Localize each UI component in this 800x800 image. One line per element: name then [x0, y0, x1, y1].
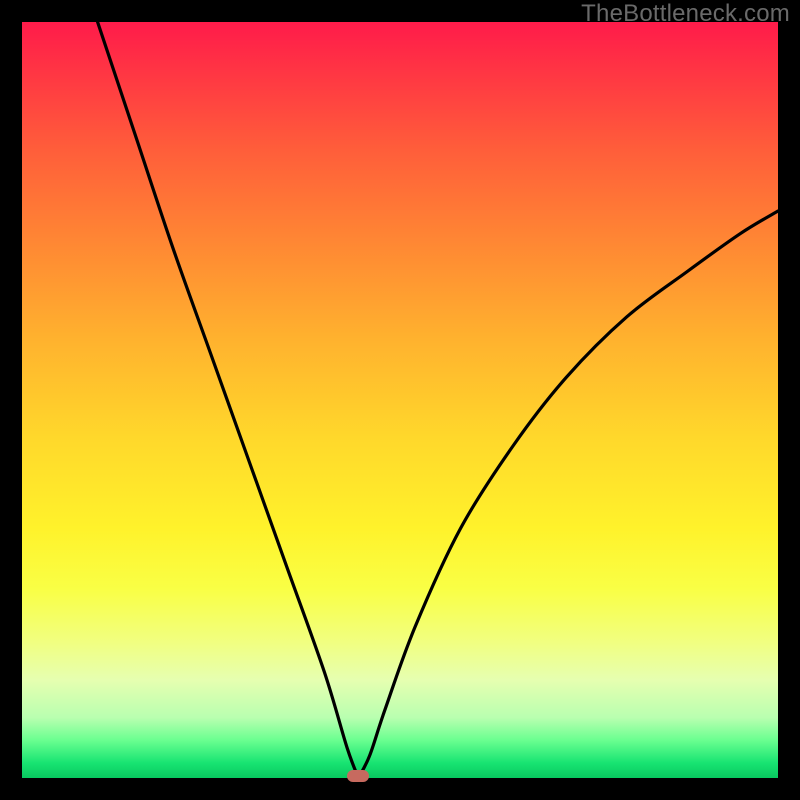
watermark-text: TheBottleneck.com: [581, 0, 790, 28]
bottleneck-curve: [22, 22, 778, 778]
optimal-point-marker: [347, 770, 369, 782]
chart-plot-area: [22, 22, 778, 778]
